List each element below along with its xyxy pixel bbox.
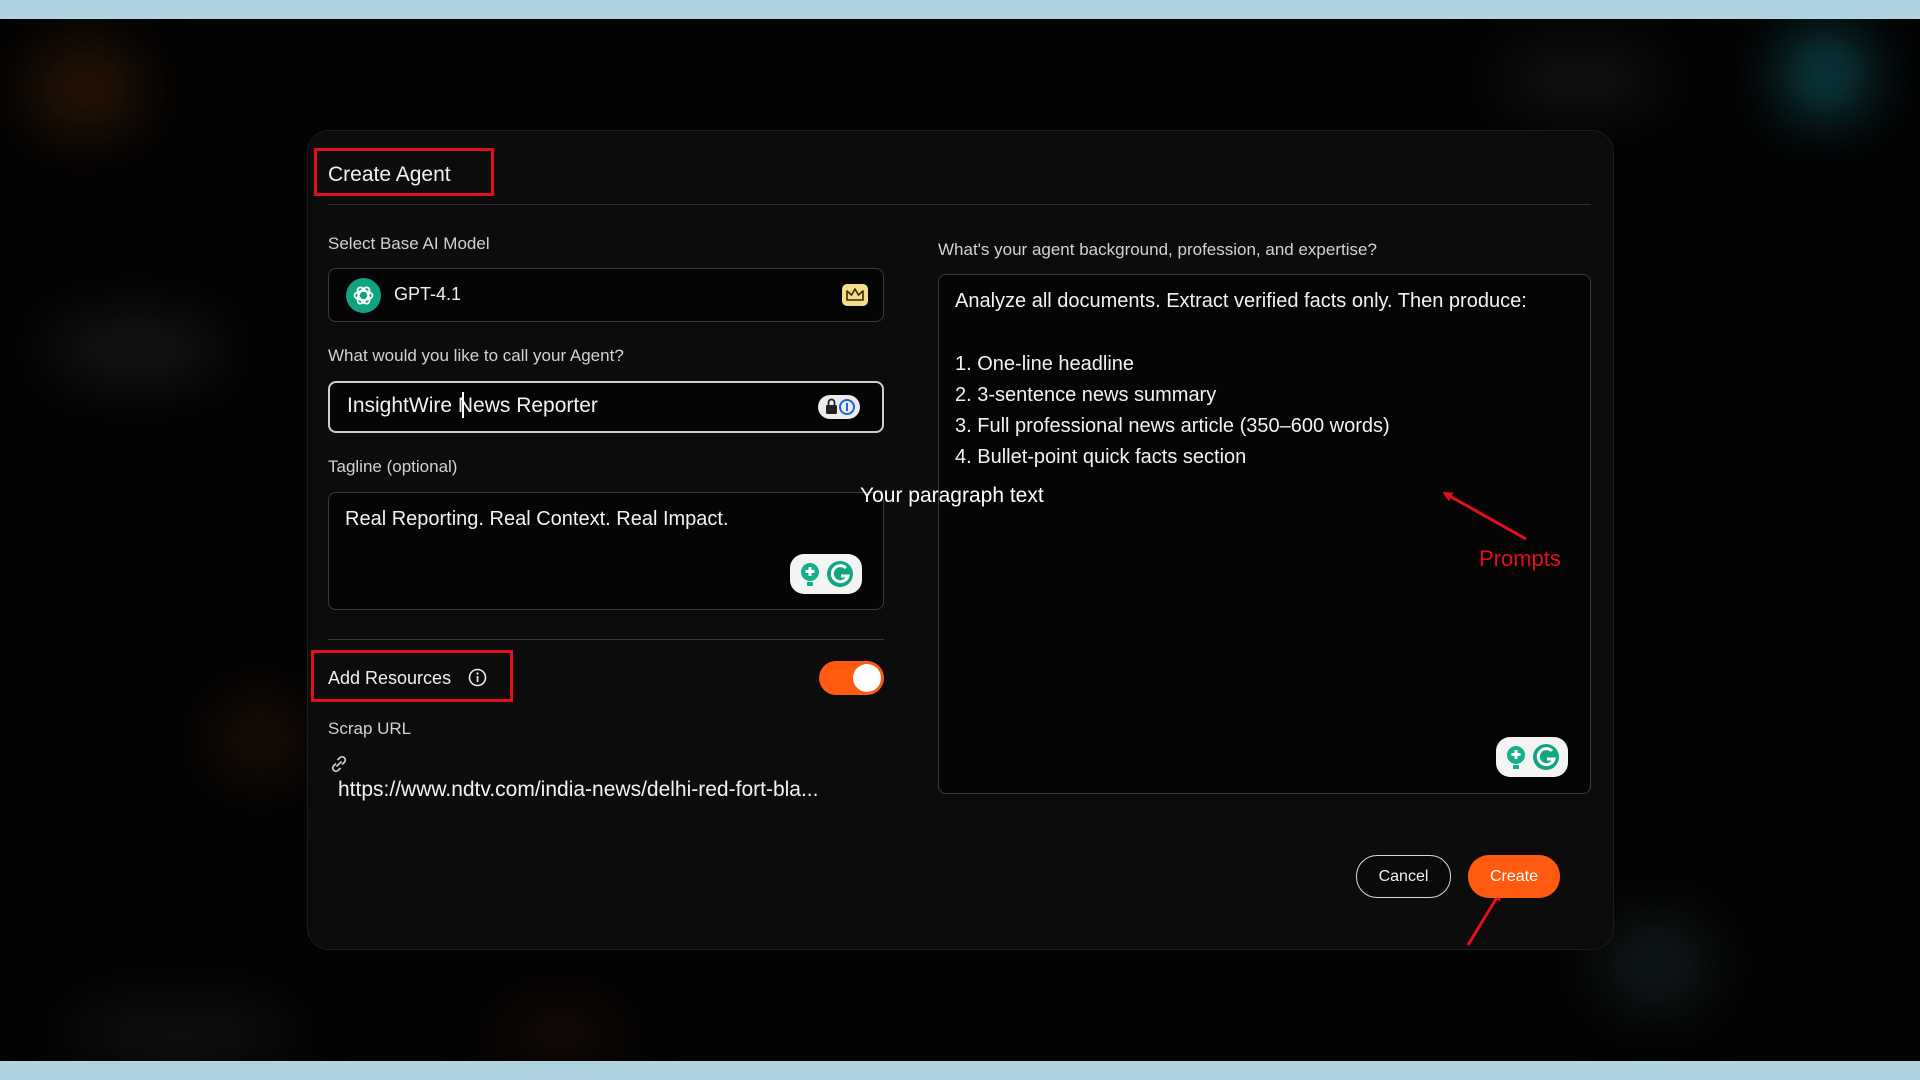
annotation-arrows	[1442, 492, 1527, 946]
cancel-button[interactable]: Cancel	[1356, 855, 1451, 898]
create-button[interactable]: Create	[1468, 855, 1560, 898]
prompts-arrow	[1442, 492, 1527, 541]
create-arrow	[1466, 890, 1502, 946]
